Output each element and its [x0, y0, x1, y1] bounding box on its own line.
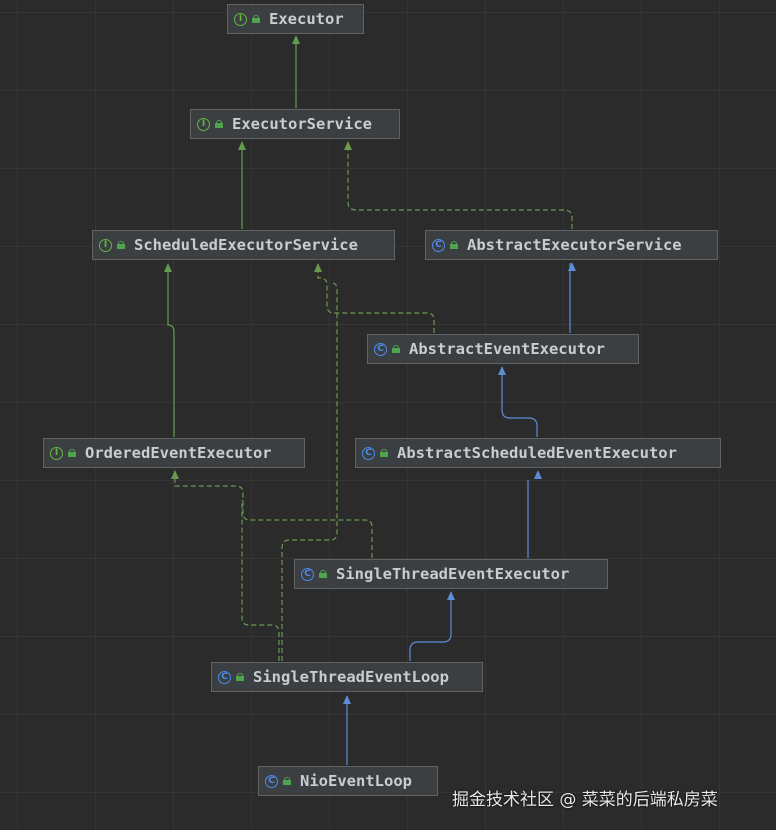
interface-icon: I [99, 238, 112, 252]
interface-icon: I [234, 12, 247, 26]
node-label: AbstractExecutorService [467, 236, 682, 254]
node-label: NioEventLoop [300, 772, 412, 790]
edge-abstractscheduled-to-abstracteventexecutor [501, 367, 538, 437]
arrowhead-executorservice-left [238, 141, 246, 150]
class-icon: C [218, 670, 231, 684]
class-icon: C [265, 774, 278, 788]
node-abstract-event-executor[interactable]: C AbstractEventExecutor [367, 334, 639, 364]
interface-icon: I [197, 117, 210, 131]
node-label: SingleThreadEventLoop [253, 668, 449, 686]
edge-ordered-to-scheduled [167, 264, 175, 437]
edge-singlethreadloop-impl-scheduled [281, 282, 338, 661]
node-single-thread-event-executor[interactable]: C SingleThreadEventExecutor [294, 559, 608, 589]
class-icon: C [362, 446, 375, 460]
node-ordered-event-executor[interactable]: I OrderedEventExecutor [43, 438, 305, 468]
edge-singlethreadloop-impl-ordered [241, 500, 280, 661]
node-single-thread-event-loop[interactable]: C SingleThreadEventLoop [211, 662, 483, 692]
edge-singlethreadloop-to-singlethreadexecutor [409, 592, 452, 661]
node-executor[interactable]: I Executor [227, 4, 364, 34]
node-label: AbstractScheduledEventExecutor [397, 444, 677, 462]
arrowhead-executorservice-right [344, 141, 352, 150]
arrowhead-singlethreadloop [343, 695, 351, 704]
node-abstract-executor-service[interactable]: C AbstractExecutorService [425, 230, 718, 260]
interface-icon: I [50, 446, 63, 460]
node-label: Executor [269, 10, 344, 28]
node-label: OrderedEventExecutor [85, 444, 272, 462]
class-icon: C [432, 238, 445, 252]
public-lock-icon [319, 570, 327, 578]
class-icon: C [374, 342, 387, 356]
arrowhead-scheduled-right [314, 263, 322, 272]
public-lock-icon [450, 241, 458, 249]
node-executor-service[interactable]: I ExecutorService [190, 109, 400, 139]
node-scheduled-executor-service[interactable]: I ScheduledExecutorService [92, 230, 395, 260]
arrowhead-abstractexecutorservice [568, 262, 576, 271]
node-abstract-scheduled-event-executor[interactable]: C AbstractScheduledEventExecutor [355, 438, 721, 468]
node-label: AbstractEventExecutor [409, 340, 605, 358]
watermark: 掘金技术社区 @ 菜菜的后端私房菜 [452, 790, 718, 810]
arrowhead-executor [292, 35, 300, 44]
arrowhead-abstracteventexecutor [498, 366, 506, 375]
public-lock-icon [117, 241, 125, 249]
arrowhead-abstractscheduled [534, 470, 542, 479]
arrowhead-singlethreadexecutor [447, 591, 455, 600]
arrowhead-ordered [171, 470, 179, 479]
public-lock-icon [380, 449, 388, 457]
arrowhead-scheduled-left [164, 263, 172, 272]
public-lock-icon [283, 777, 291, 785]
edge-abstractexecutorservice-impl-executorservice [347, 142, 573, 229]
public-lock-icon [215, 120, 223, 128]
public-lock-icon [68, 449, 76, 457]
node-label: SingleThreadEventExecutor [336, 565, 570, 583]
node-label: ExecutorService [232, 115, 372, 133]
edge-singlethreadexecutor-impl-ordered [174, 471, 373, 558]
public-lock-icon [236, 673, 244, 681]
public-lock-icon [252, 15, 260, 23]
edge-abstracteventexecutor-impl-scheduled [317, 264, 435, 333]
class-icon: C [301, 567, 314, 581]
node-label: ScheduledExecutorService [134, 236, 358, 254]
public-lock-icon [392, 345, 400, 353]
node-nio-event-loop[interactable]: C NioEventLoop [258, 766, 438, 796]
